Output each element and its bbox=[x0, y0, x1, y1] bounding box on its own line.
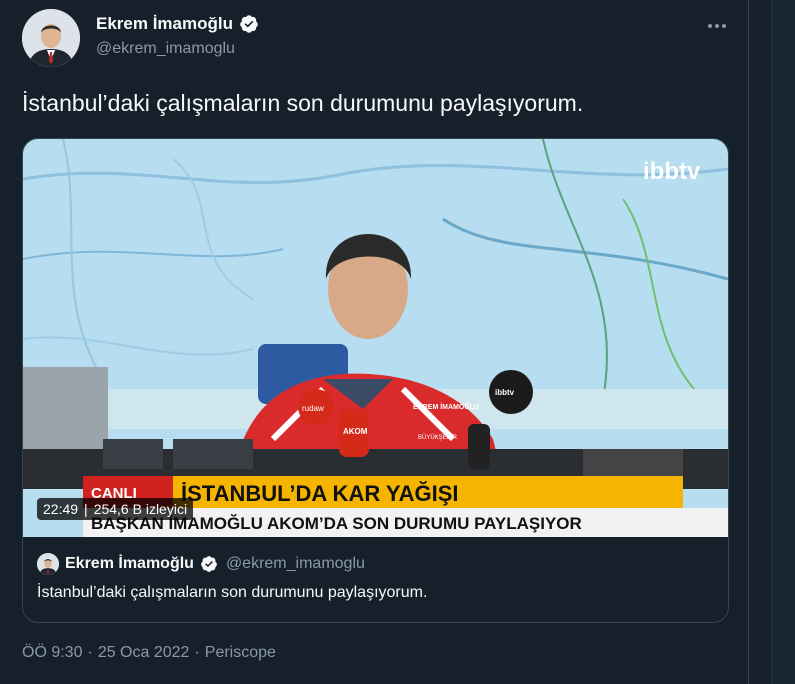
video-duration: 22:49 bbox=[43, 501, 79, 517]
meta-dot: · bbox=[87, 644, 93, 661]
banner-headline: İSTANBUL’DA KAR YAĞIŞI bbox=[181, 481, 458, 506]
more-icon bbox=[708, 24, 712, 28]
video-player[interactable]: ibbtv EKREM İMAMOĞLU BÜYÜKŞEHİR rudaw AK… bbox=[23, 139, 728, 537]
author-handle[interactable]: @ekrem_imamoglu bbox=[96, 40, 235, 58]
quote-author-handle: @ekrem_imamoglu bbox=[225, 555, 365, 572]
quoted-media-card[interactable]: ibbtv EKREM İMAMOĞLU BÜYÜKŞEHİR rudaw AK… bbox=[22, 138, 729, 623]
tweet-date[interactable]: 25 Oca 2022 bbox=[98, 644, 190, 662]
video-viewers: 254,6 B izleyici bbox=[93, 501, 188, 517]
verified-badge-icon bbox=[240, 15, 258, 33]
quote-avatar bbox=[37, 553, 59, 575]
jacket-text-1: EKREM İMAMOĞLU bbox=[413, 402, 479, 411]
meta-dot-2: · bbox=[194, 644, 200, 661]
mic-label-akom: AKOM bbox=[343, 427, 368, 436]
tweet-time[interactable]: ÖÖ 9:30 bbox=[22, 644, 82, 662]
video-info-badge: 22:49 | 254,6 B izleyici bbox=[37, 498, 194, 520]
side-card bbox=[771, 0, 795, 684]
jacket-text-2: BÜYÜKŞEHİR bbox=[418, 434, 458, 441]
author-avatar[interactable] bbox=[22, 9, 80, 67]
author-name[interactable]: Ekrem İmamoğlu bbox=[96, 14, 233, 34]
tweet-meta: ÖÖ 9:30 · 25 Oca 2022 · Periscope bbox=[22, 644, 276, 662]
quote-author-name: Ekrem İmamoğlu bbox=[65, 555, 194, 572]
channel-logo: ibbtv bbox=[643, 158, 701, 185]
tweet-text: İstanbul’daki çalışmaların son durumunu … bbox=[22, 90, 584, 116]
side-panel bbox=[749, 0, 795, 684]
mic-label-rudaw: rudaw bbox=[302, 404, 324, 413]
quote-verified-badge-icon bbox=[201, 556, 217, 572]
mic-label-ibbtv: ibbtv bbox=[495, 388, 515, 397]
quote-text: İstanbul’daki çalışmaların son durumunu … bbox=[37, 584, 428, 601]
tweet-source[interactable]: Periscope bbox=[205, 644, 276, 662]
more-button[interactable] bbox=[703, 12, 731, 40]
